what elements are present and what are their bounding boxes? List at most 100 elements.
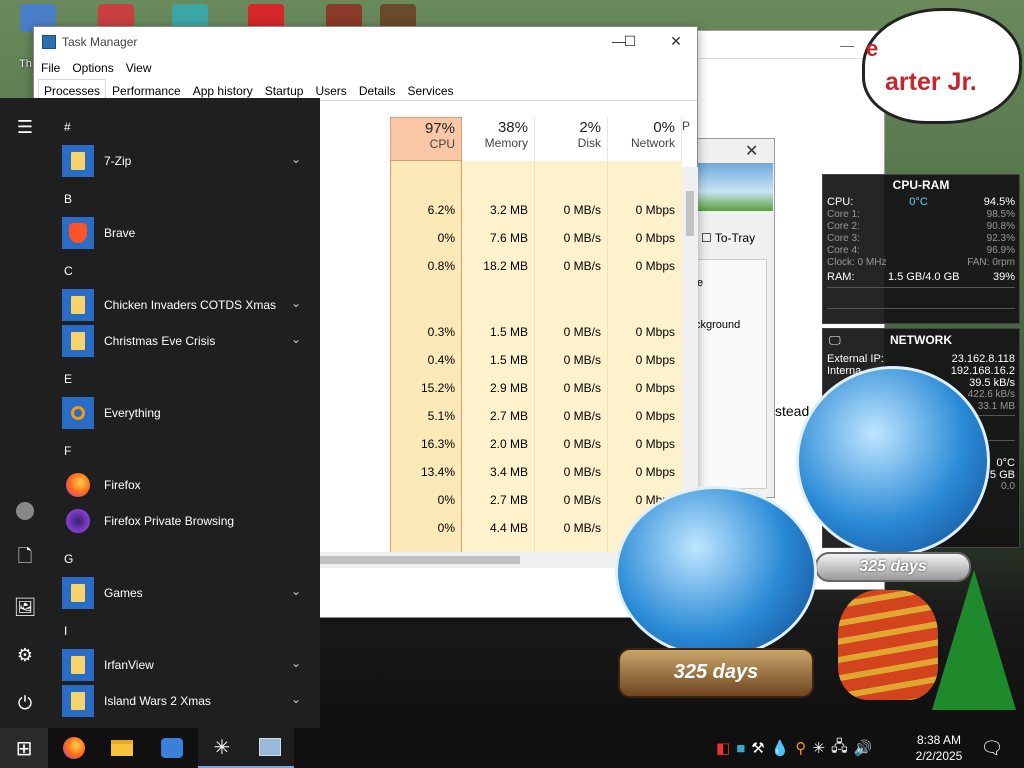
app-everything[interactable]: Everything [62,396,307,430]
letter-header-b[interactable]: B [64,192,72,206]
letter-header-c[interactable]: C [64,264,73,278]
power-icon[interactable]: ⏻ [14,692,36,714]
cell-net: 0 Mbps [635,259,675,273]
user-avatar-icon[interactable] [14,500,36,522]
menu-options[interactable]: Options [72,61,113,75]
tab-startup[interactable]: Startup [259,79,310,100]
cell-disk: 0 MB/s [563,493,601,507]
column-label: Network [630,136,675,150]
tray-app-icon[interactable]: ◧ [716,739,730,757]
cell-mem: 3.4 MB [489,465,528,479]
tray-square-icon[interactable]: ■ [736,740,745,757]
app-christmas-eve-crisis[interactable]: Christmas Eve Crisis ⌄ [62,324,307,358]
process-row[interactable]: 0% 7.6 MB 0 MB/s 0 Mbps [389,224,681,252]
letter-header-g[interactable]: G [64,552,73,566]
internal-value: 192.168.16.2 [950,365,1015,377]
core-value: 92.3% [986,233,1015,244]
documents-icon[interactable]: 🗋 [14,546,36,570]
app-chicken-invaders[interactable]: Chicken Invaders COTDS Xmas ⌄ [62,288,307,322]
app-island-wars[interactable]: Island Wars 2 Xmas ⌄ [62,684,307,718]
column-header-power[interactable]: P [682,117,697,161]
tray-drop-icon[interactable]: 💧 [771,739,790,757]
process-row[interactable]: 16.3% 2.0 MB 0 MB/s 0 Mbps [389,430,681,458]
snowglobe-snowman[interactable] [615,486,817,658]
process-row[interactable]: 15.2% 2.9 MB 0 MB/s 0 Mbps [389,374,681,402]
task-manager-titlebar[interactable]: Task Manager — ☐ ✕ [34,27,697,57]
app-label: Christmas Eve Crisis [104,334,216,348]
tray-tool-icon[interactable]: ⚒ [751,739,764,757]
cpu-ram-widget[interactable]: CPU-RAM CPU: 0°C 94.5% Core 1: 98.5% Core… [822,174,1020,324]
to-tray-checkbox[interactable]: ☐ To-Tray [701,231,755,245]
pictures-icon[interactable]: 🖼 [14,596,37,618]
app-games[interactable]: Games ⌄ [62,576,307,610]
menu-file[interactable]: File [41,61,60,75]
app-firefox-private[interactable]: Firefox Private Browsing [62,504,307,538]
column-header-cpu[interactable]: 97% CPU [390,117,462,161]
tab-details[interactable]: Details [353,79,402,100]
scroll-thumb[interactable] [320,556,520,564]
tab-services[interactable]: Services [402,79,460,100]
tab-users[interactable]: Users [309,79,352,100]
notification-icon[interactable]: 🗨 [968,728,1016,768]
snowglobe-right[interactable] [796,366,990,556]
firefox-taskbar-icon[interactable] [50,728,98,768]
volume-icon[interactable]: 🔊 [854,739,873,757]
column-header-network[interactable]: 0% Network [608,117,682,161]
app-7zip[interactable]: 7-Zip ⌄ [62,144,307,178]
column-header-memory[interactable]: 38% Memory [462,117,535,161]
process-row[interactable]: 0.8% 18.2 MB 0 MB/s 0 Mbps [389,252,681,280]
monitor-icon: 🖵 [829,333,841,347]
process-row[interactable] [389,158,681,196]
tray-snowflake-icon[interactable]: ✳ [812,739,825,757]
widget-title: CPU-RAM [892,178,950,192]
tab-app-history[interactable]: App history [187,79,259,100]
letter-header-e[interactable]: E [64,372,72,386]
minimize-icon[interactable]: — [840,37,854,53]
close-icon[interactable]: ✕ [666,33,686,50]
process-row[interactable]: 0.3% 1.5 MB 0 MB/s 0 Mbps [389,318,681,346]
process-row[interactable]: 13.4% 3.4 MB 0 MB/s 0 Mbps [389,458,681,486]
start-menu-rail: ☰ 🗋 🖼 ⚙ ⏻ [0,98,50,728]
process-row[interactable]: 5.1% 2.7 MB 0 MB/s 0 Mbps [389,402,681,430]
app-label: Brave [104,226,136,240]
column-header-disk[interactable]: 2% Disk [535,117,608,161]
tab-performance[interactable]: Performance [106,79,187,100]
tray-search-icon[interactable]: ⚲ [795,739,806,757]
letter-header-hash[interactable]: # [64,120,71,134]
menu-bar: File Options View [34,57,697,79]
small-dialog[interactable]: ✕ ☐ To-Tray e ckground [694,138,775,498]
clock-date: 2/2/2025 [915,749,963,763]
close-icon[interactable]: ✕ [745,141,758,161]
app-firefox[interactable]: Firefox [62,468,307,502]
cell-mem: 2.7 MB [489,493,528,507]
menu-view[interactable]: View [126,61,152,75]
cell-net: 0 Mbps [635,325,675,339]
system-tray: ◧ ■ ⚒ 💧 ⚲ ✳ 🖧 🔊 [716,728,872,768]
app-irfanview[interactable]: IrfanView ⌄ [62,648,307,682]
network-icon[interactable]: 🖧 [831,736,848,761]
app-taskbar-icon[interactable] [148,728,196,768]
process-row[interactable]: 0% 2.7 MB 0 MB/s 0 Mbps [389,486,681,514]
letter-header-f[interactable]: F [64,444,71,458]
process-row[interactable]: 0.4% 1.5 MB 0 MB/s 0 Mbps [389,346,681,374]
snowflake-taskbar-icon[interactable]: ✳ [198,728,246,768]
cell-net: 0 Mbps [635,437,675,451]
process-row[interactable]: 6.2% 3.2 MB 0 MB/s 0 Mbps [389,196,681,224]
cpu-temp: 0°C [909,196,928,208]
chevron-down-icon: ⌄ [290,296,301,310]
hamburger-icon[interactable]: ☰ [14,116,36,138]
file-explorer-icon[interactable] [98,728,146,768]
settings-gear-icon[interactable]: ⚙ [14,644,36,666]
process-row[interactable] [389,280,681,318]
taskbar-clock[interactable]: 8:38 AM 2/2/2025 [906,732,972,764]
task-manager-taskbar-icon[interactable] [246,728,294,768]
background-window-titlebar[interactable]: — [691,31,884,59]
app-brave[interactable]: Brave [62,216,307,250]
scroll-thumb[interactable] [686,191,694,236]
external-label: External IP: [827,353,884,365]
maximize-icon[interactable]: ☐ [620,33,640,50]
clock-row: Clock: 0 MHz FAN: 0rpm [823,257,1019,269]
letter-header-i[interactable]: I [64,624,67,638]
windows-start-icon[interactable]: ⊞ [0,728,48,768]
column-pct: 97% [424,120,455,137]
